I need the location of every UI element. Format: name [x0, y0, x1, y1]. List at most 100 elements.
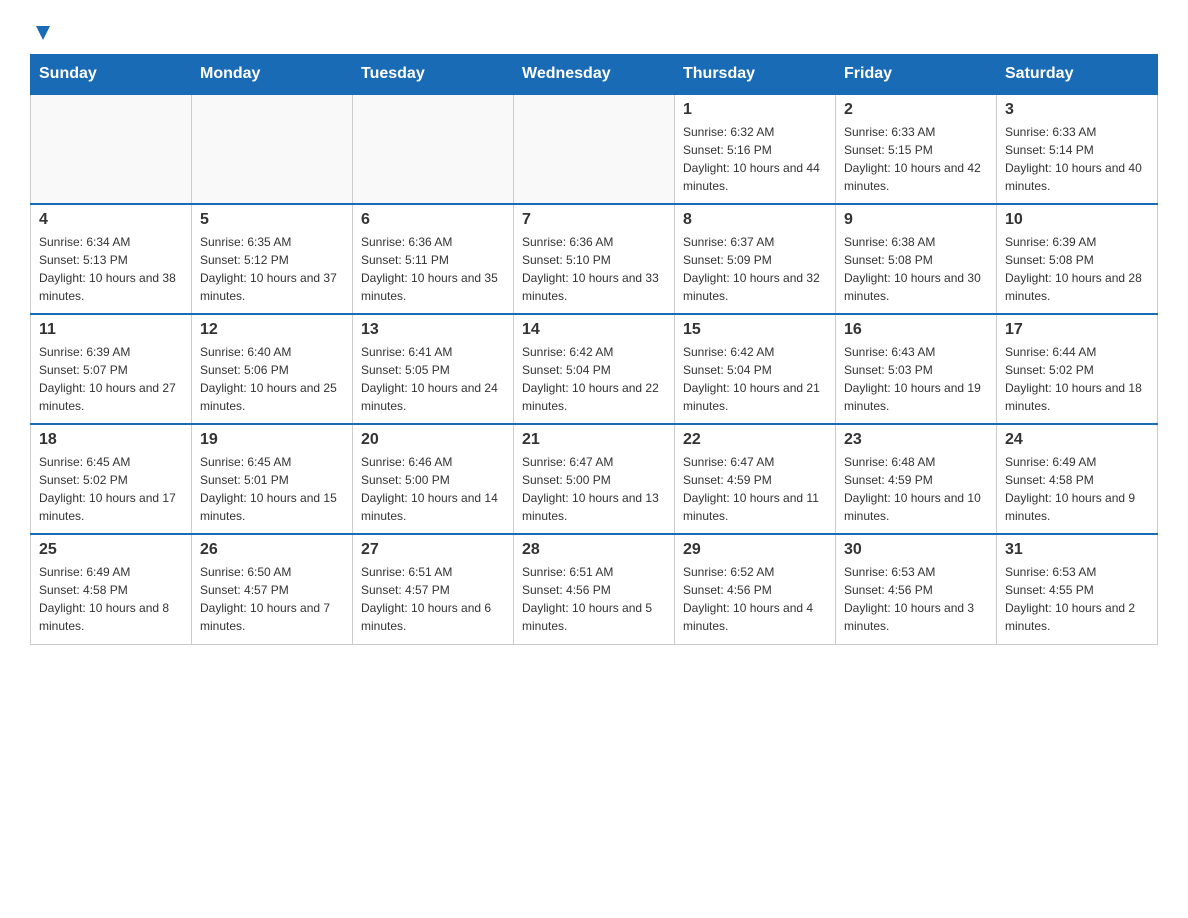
calendar-cell: 1 Sunrise: 6:32 AMSunset: 5:16 PMDaylight…	[675, 94, 836, 204]
day-info: Sunrise: 6:53 AMSunset: 4:55 PMDaylight:…	[1005, 563, 1149, 635]
calendar-cell: 28 Sunrise: 6:51 AMSunset: 4:56 PMDayligh…	[514, 534, 675, 644]
day-info: Sunrise: 6:34 AMSunset: 5:13 PMDaylight:…	[39, 233, 183, 305]
day-number: 18	[39, 431, 183, 449]
calendar-cell	[353, 94, 514, 204]
day-number: 12	[200, 321, 344, 339]
calendar-cell	[514, 94, 675, 204]
logo-arrow-icon	[32, 22, 54, 44]
calendar-cell: 25Sunrise: 6:49 AMSunset: 4:58 PMDayligh…	[31, 534, 192, 644]
day-info: Sunrise: 6:37 AMSunset: 5:09 PMDaylight:…	[683, 233, 827, 305]
calendar-cell: 7 Sunrise: 6:36 AMSunset: 5:10 PMDaylight…	[514, 204, 675, 314]
calendar-cell: 18 Sunrise: 6:45 AMSunset: 5:02 PMDayligh…	[31, 424, 192, 534]
day-info: Sunrise: 6:45 AMSunset: 5:01 PMDaylight:…	[200, 453, 344, 525]
day-info: Sunrise: 6:44 AMSunset: 5:02 PMDaylight:…	[1005, 343, 1149, 415]
calendar-cell: 4 Sunrise: 6:34 AMSunset: 5:13 PMDaylight…	[31, 204, 192, 314]
day-number: 4	[39, 211, 183, 229]
calendar-cell: 19 Sunrise: 6:45 AMSunset: 5:01 PMDayligh…	[192, 424, 353, 534]
calendar-cell: 20 Sunrise: 6:46 AMSunset: 5:00 PMDayligh…	[353, 424, 514, 534]
day-number: 22	[683, 431, 827, 449]
calendar-cell: 2 Sunrise: 6:33 AMSunset: 5:15 PMDaylight…	[836, 94, 997, 204]
day-info: Sunrise: 6:39 AMSunset: 5:08 PMDaylight:…	[1005, 233, 1149, 305]
calendar-cell: 8Sunrise: 6:37 AMSunset: 5:09 PMDaylight…	[675, 204, 836, 314]
day-number: 31	[1005, 541, 1149, 559]
day-info: Sunrise: 6:48 AMSunset: 4:59 PMDaylight:…	[844, 453, 988, 525]
day-info: Sunrise: 6:50 AMSunset: 4:57 PMDaylight:…	[200, 563, 344, 635]
calendar-cell: 27Sunrise: 6:51 AMSunset: 4:57 PMDayligh…	[353, 534, 514, 644]
calendar-cell: 10Sunrise: 6:39 AMSunset: 5:08 PMDayligh…	[997, 204, 1158, 314]
calendar-cell: 12 Sunrise: 6:40 AMSunset: 5:06 PMDayligh…	[192, 314, 353, 424]
day-info: Sunrise: 6:35 AMSunset: 5:12 PMDaylight:…	[200, 233, 344, 305]
calendar-cell: 17 Sunrise: 6:44 AMSunset: 5:02 PMDayligh…	[997, 314, 1158, 424]
day-info: Sunrise: 6:46 AMSunset: 5:00 PMDaylight:…	[361, 453, 505, 525]
day-info: Sunrise: 6:51 AMSunset: 4:56 PMDaylight:…	[522, 563, 666, 635]
logo	[30, 20, 54, 44]
calendar-cell: 9Sunrise: 6:38 AMSunset: 5:08 PMDaylight…	[836, 204, 997, 314]
day-number: 1	[683, 101, 827, 119]
calendar-cell: 11 Sunrise: 6:39 AMSunset: 5:07 PMDayligh…	[31, 314, 192, 424]
day-info: Sunrise: 6:42 AMSunset: 5:04 PMDaylight:…	[522, 343, 666, 415]
calendar-table: SundayMondayTuesdayWednesdayThursdayFrid…	[30, 54, 1158, 645]
day-info: Sunrise: 6:43 AMSunset: 5:03 PMDaylight:…	[844, 343, 988, 415]
day-number: 14	[522, 321, 666, 339]
column-header-monday: Monday	[192, 55, 353, 95]
day-number: 17	[1005, 321, 1149, 339]
day-number: 3	[1005, 101, 1149, 119]
calendar-cell: 13Sunrise: 6:41 AMSunset: 5:05 PMDayligh…	[353, 314, 514, 424]
calendar-cell: 15 Sunrise: 6:42 AMSunset: 5:04 PMDayligh…	[675, 314, 836, 424]
column-header-thursday: Thursday	[675, 55, 836, 95]
day-info: Sunrise: 6:32 AMSunset: 5:16 PMDaylight:…	[683, 123, 827, 195]
calendar-cell: 6 Sunrise: 6:36 AMSunset: 5:11 PMDaylight…	[353, 204, 514, 314]
day-number: 24	[1005, 431, 1149, 449]
week-row-1: 1 Sunrise: 6:32 AMSunset: 5:16 PMDaylight…	[31, 94, 1158, 204]
day-number: 2	[844, 101, 988, 119]
column-header-wednesday: Wednesday	[514, 55, 675, 95]
day-number: 26	[200, 541, 344, 559]
calendar-cell: 26 Sunrise: 6:50 AMSunset: 4:57 PMDayligh…	[192, 534, 353, 644]
day-info: Sunrise: 6:39 AMSunset: 5:07 PMDaylight:…	[39, 343, 183, 415]
column-header-saturday: Saturday	[997, 55, 1158, 95]
page-header	[30, 20, 1158, 44]
day-number: 5	[200, 211, 344, 229]
day-info: Sunrise: 6:47 AMSunset: 5:00 PMDaylight:…	[522, 453, 666, 525]
column-header-tuesday: Tuesday	[353, 55, 514, 95]
day-number: 11	[39, 321, 183, 339]
day-number: 16	[844, 321, 988, 339]
day-info: Sunrise: 6:33 AMSunset: 5:15 PMDaylight:…	[844, 123, 988, 195]
calendar-cell: 31 Sunrise: 6:53 AMSunset: 4:55 PMDayligh…	[997, 534, 1158, 644]
column-header-friday: Friday	[836, 55, 997, 95]
calendar-cell	[31, 94, 192, 204]
day-info: Sunrise: 6:33 AMSunset: 5:14 PMDaylight:…	[1005, 123, 1149, 195]
day-number: 6	[361, 211, 505, 229]
day-info: Sunrise: 6:36 AMSunset: 5:10 PMDaylight:…	[522, 233, 666, 305]
day-info: Sunrise: 6:49 AMSunset: 4:58 PMDaylight:…	[39, 563, 183, 635]
day-info: Sunrise: 6:51 AMSunset: 4:57 PMDaylight:…	[361, 563, 505, 635]
week-row-2: 4 Sunrise: 6:34 AMSunset: 5:13 PMDaylight…	[31, 204, 1158, 314]
day-info: Sunrise: 6:47 AMSunset: 4:59 PMDaylight:…	[683, 453, 827, 525]
day-number: 28	[522, 541, 666, 559]
column-header-sunday: Sunday	[31, 55, 192, 95]
day-number: 7	[522, 211, 666, 229]
day-info: Sunrise: 6:53 AMSunset: 4:56 PMDaylight:…	[844, 563, 988, 635]
calendar-cell: 5 Sunrise: 6:35 AMSunset: 5:12 PMDaylight…	[192, 204, 353, 314]
day-info: Sunrise: 6:49 AMSunset: 4:58 PMDaylight:…	[1005, 453, 1149, 525]
calendar-cell: 14 Sunrise: 6:42 AMSunset: 5:04 PMDayligh…	[514, 314, 675, 424]
day-number: 29	[683, 541, 827, 559]
week-row-5: 25Sunrise: 6:49 AMSunset: 4:58 PMDayligh…	[31, 534, 1158, 644]
day-number: 13	[361, 321, 505, 339]
calendar-cell: 22 Sunrise: 6:47 AMSunset: 4:59 PMDayligh…	[675, 424, 836, 534]
calendar-cell: 29Sunrise: 6:52 AMSunset: 4:56 PMDayligh…	[675, 534, 836, 644]
day-info: Sunrise: 6:42 AMSunset: 5:04 PMDaylight:…	[683, 343, 827, 415]
calendar-cell: 24 Sunrise: 6:49 AMSunset: 4:58 PMDayligh…	[997, 424, 1158, 534]
day-number: 20	[361, 431, 505, 449]
calendar-cell: 16 Sunrise: 6:43 AMSunset: 5:03 PMDayligh…	[836, 314, 997, 424]
day-info: Sunrise: 6:36 AMSunset: 5:11 PMDaylight:…	[361, 233, 505, 305]
calendar-cell	[192, 94, 353, 204]
week-row-3: 11 Sunrise: 6:39 AMSunset: 5:07 PMDayligh…	[31, 314, 1158, 424]
day-number: 30	[844, 541, 988, 559]
calendar-cell: 23Sunrise: 6:48 AMSunset: 4:59 PMDayligh…	[836, 424, 997, 534]
calendar-cell: 3 Sunrise: 6:33 AMSunset: 5:14 PMDaylight…	[997, 94, 1158, 204]
day-number: 19	[200, 431, 344, 449]
day-info: Sunrise: 6:45 AMSunset: 5:02 PMDaylight:…	[39, 453, 183, 525]
day-info: Sunrise: 6:40 AMSunset: 5:06 PMDaylight:…	[200, 343, 344, 415]
day-number: 15	[683, 321, 827, 339]
